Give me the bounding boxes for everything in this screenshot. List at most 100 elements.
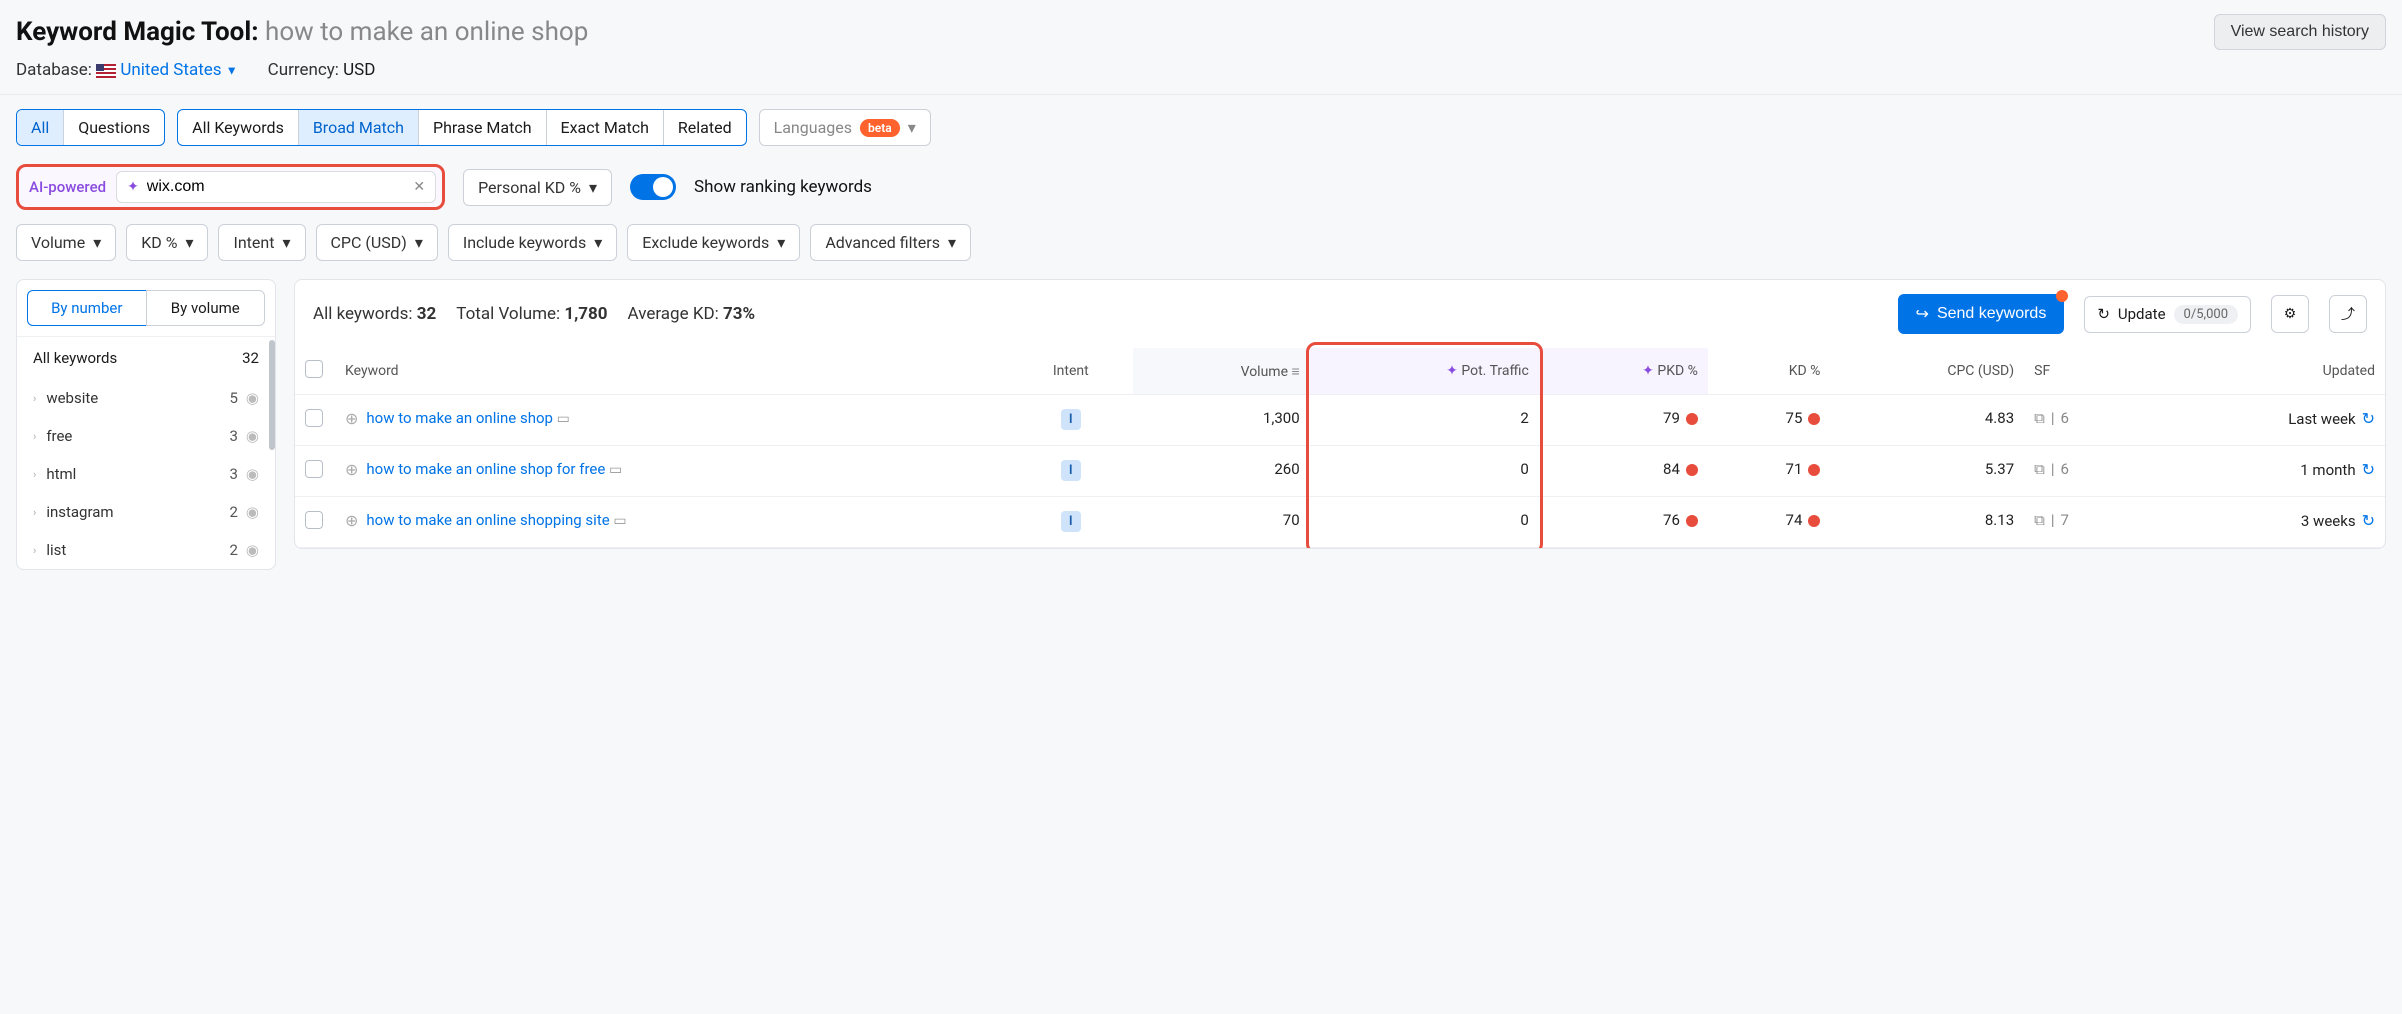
sidebar-item-html[interactable]: ›html 3◉ — [17, 455, 275, 493]
add-icon[interactable]: ⊕ — [345, 460, 358, 479]
col-pot-traffic[interactable]: ✦ Pot. Traffic — [1310, 348, 1539, 395]
pkd-value: 79 — [1539, 395, 1708, 446]
results-panel: All keywords: 32 Total Volume: 1,780 Ave… — [294, 279, 2386, 549]
tab-all-keywords[interactable]: All Keywords — [178, 110, 299, 145]
intent-badge: I — [1061, 460, 1081, 481]
col-sf[interactable]: SF — [2024, 348, 2146, 395]
sparkle-icon: ✦ — [127, 179, 139, 195]
database-selector[interactable]: Database: United States ▼ — [16, 60, 238, 80]
keyword-link[interactable]: how to make an online shop — [366, 409, 553, 427]
row-checkbox[interactable] — [305, 409, 323, 427]
sidebar-item-list[interactable]: ›list 2◉ — [17, 531, 275, 569]
volume-filter[interactable]: Volume▾ — [16, 224, 116, 261]
col-kd[interactable]: KD % — [1708, 348, 1831, 395]
table-row: ⊕ how to make an online shopping site ▭ I… — [295, 497, 2385, 548]
eye-icon[interactable]: ◉ — [246, 389, 259, 407]
tab-broad-match[interactable]: Broad Match — [299, 110, 419, 145]
difficulty-dot-icon — [1686, 413, 1698, 425]
include-keywords-filter[interactable]: Include keywords▾ — [448, 224, 617, 261]
query-text: how to make an online shop — [265, 17, 588, 47]
cpc-value: 8.13 — [1830, 497, 2024, 548]
show-ranking-label: Show ranking keywords — [694, 177, 872, 197]
serp-icon[interactable]: ▭ — [613, 513, 626, 529]
update-button[interactable]: ↻ Update 0/5,000 — [2084, 296, 2251, 333]
eye-icon[interactable]: ◉ — [246, 503, 259, 521]
keyword-link[interactable]: how to make an online shop for free — [366, 460, 605, 478]
cpc-filter[interactable]: CPC (USD)▾ — [316, 224, 438, 261]
exclude-keywords-filter[interactable]: Exclude keywords▾ — [627, 224, 800, 261]
sidebar-tab-by-number[interactable]: By number — [27, 290, 146, 326]
sidebar-item-website[interactable]: ›website 5◉ — [17, 379, 275, 417]
tab-all[interactable]: All — [17, 110, 64, 145]
advanced-filters[interactable]: Advanced filters▾ — [810, 224, 971, 261]
send-keywords-button[interactable]: ↪ Send keywords — [1898, 294, 2065, 334]
chevron-down-icon: ▾ — [908, 118, 916, 137]
intent-badge: I — [1061, 511, 1081, 532]
eye-icon[interactable]: ◉ — [246, 465, 259, 483]
row-checkbox[interactable] — [305, 511, 323, 529]
tab-phrase-match[interactable]: Phrase Match — [419, 110, 547, 145]
row-checkbox[interactable] — [305, 460, 323, 478]
eye-icon[interactable]: ◉ — [246, 541, 259, 559]
kd-value: 75 — [1708, 395, 1831, 446]
col-intent[interactable]: Intent — [1008, 348, 1133, 395]
table-row: ⊕ how to make an online shop for free ▭ I… — [295, 446, 2385, 497]
total-volume: Total Volume: 1,780 — [456, 304, 607, 324]
settings-button[interactable]: ⚙ — [2271, 295, 2309, 333]
eye-icon[interactable]: ◉ — [246, 427, 259, 445]
show-ranking-toggle[interactable] — [630, 174, 676, 200]
table-row: ⊕how to make an online shop ▭ I 1,300 2 … — [295, 395, 2385, 446]
volume-value: 1,300 — [1133, 395, 1310, 446]
refresh-row-icon[interactable]: ↻ — [2362, 460, 2375, 479]
languages-dropdown[interactable]: Languages beta ▾ — [759, 109, 931, 146]
add-icon[interactable]: ⊕ — [345, 409, 358, 428]
ai-domain-input[interactable] — [147, 178, 406, 196]
col-keyword[interactable]: Keyword — [335, 348, 1008, 395]
export-button[interactable]: ⤴ — [2329, 295, 2367, 333]
tab-questions[interactable]: Questions — [64, 110, 164, 145]
pot-traffic-value: 2 — [1310, 395, 1539, 446]
col-cpc[interactable]: CPC (USD) — [1830, 348, 2024, 395]
tab-exact-match[interactable]: Exact Match — [547, 110, 664, 145]
question-tabs: All Questions — [16, 109, 165, 146]
keywords-table: Keyword Intent Volume ≡ ✦ Pot. Traffic ✦… — [295, 348, 2385, 548]
add-icon[interactable]: ⊕ — [345, 511, 358, 530]
gear-icon: ⚙ — [2284, 306, 2297, 322]
sidebar-all-keywords[interactable]: All keywords 32 — [17, 336, 275, 379]
sidebar-tab-by-volume[interactable]: By volume — [146, 290, 266, 326]
sparkle-icon: ✦ — [1446, 363, 1458, 379]
sidebar-item-instagram[interactable]: ›instagram 2◉ — [17, 493, 275, 531]
select-all-checkbox[interactable] — [305, 360, 323, 378]
kd-filter[interactable]: KD %▾ — [126, 224, 208, 261]
scrollbar[interactable] — [269, 340, 275, 450]
serp-features-icon: ⧉ — [2034, 409, 2045, 427]
update-counter: 0/5,000 — [2174, 305, 2238, 324]
personal-kd-dropdown[interactable]: Personal KD % ▾ — [463, 169, 612, 206]
keyword-groups-sidebar: By number By volume All keywords 32 ›web… — [16, 279, 276, 570]
serp-icon[interactable]: ▭ — [557, 411, 570, 427]
intent-filter[interactable]: Intent▾ — [218, 224, 305, 261]
tab-related[interactable]: Related — [664, 110, 746, 145]
keyword-link[interactable]: how to make an online shopping site — [366, 511, 609, 529]
sf-value[interactable]: ⧉ | 6 — [2034, 409, 2069, 427]
col-pkd[interactable]: ✦ PKD % — [1539, 348, 1708, 395]
chevron-right-icon: › — [33, 506, 36, 519]
sf-value[interactable]: ⧉ | 6 — [2034, 460, 2069, 478]
beta-badge: beta — [860, 119, 900, 137]
difficulty-dot-icon — [1808, 515, 1820, 527]
sidebar-item-free[interactable]: ›free 3◉ — [17, 417, 275, 455]
serp-icon[interactable]: ▭ — [609, 462, 622, 478]
volume-value: 260 — [1133, 446, 1310, 497]
chevron-down-icon: ▾ — [93, 233, 101, 252]
col-updated[interactable]: Updated — [2147, 348, 2385, 395]
refresh-row-icon[interactable]: ↻ — [2362, 511, 2375, 530]
chevron-down-icon: ▼ — [226, 64, 238, 78]
refresh-row-icon[interactable]: ↻ — [2362, 409, 2375, 428]
col-volume[interactable]: Volume ≡ — [1133, 348, 1310, 395]
chevron-right-icon: › — [33, 392, 36, 405]
us-flag-icon — [96, 64, 116, 78]
view-search-history-button[interactable]: View search history — [2214, 14, 2386, 50]
clear-icon[interactable]: ✕ — [413, 179, 425, 195]
match-tabs: All Keywords Broad Match Phrase Match Ex… — [177, 109, 746, 146]
sf-value[interactable]: ⧉ | 7 — [2034, 511, 2069, 529]
